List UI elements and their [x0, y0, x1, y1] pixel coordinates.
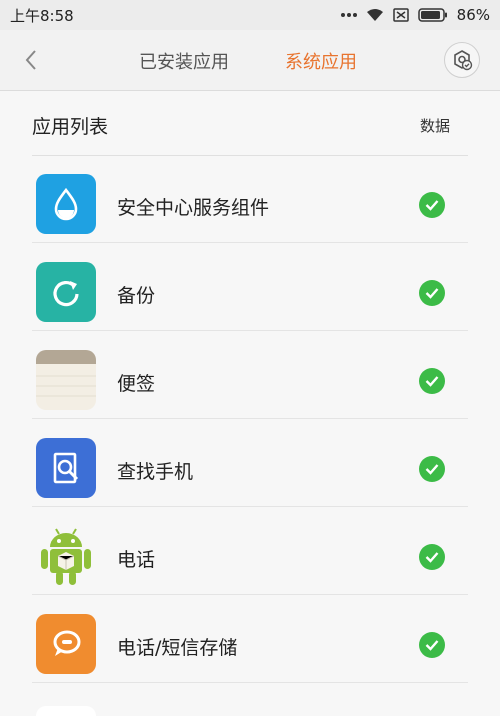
data-column-label: 数据 [419, 117, 450, 135]
app-name: 电话/短信存储 [117, 637, 238, 659]
battery-percent: 86% [456, 6, 490, 24]
list-item[interactable]: 电话/短信存储 [0, 595, 500, 683]
find-phone-icon [36, 438, 96, 498]
status-time: 上午8:58 [10, 6, 74, 25]
list-item[interactable]: 电话 [0, 507, 500, 595]
checkmark-icon[interactable] [419, 544, 445, 570]
wifi-icon [366, 8, 384, 22]
list-item[interactable]: 备份 [0, 243, 500, 331]
checkmark-icon[interactable] [419, 280, 445, 306]
battery-icon [417, 8, 448, 22]
app-list: 安全中心服务组件 备份 便签 查找手机 电话 电话/短信存储 [0, 155, 500, 683]
back-button[interactable] [18, 45, 44, 75]
app-name: 查找手机 [117, 461, 194, 483]
checkmark-icon[interactable] [419, 368, 445, 394]
tab-installed-apps[interactable]: 已安装应用 [139, 48, 229, 74]
list-item[interactable]: 查找手机 [0, 419, 500, 507]
list-header: 应用列表 数据 [32, 90, 468, 156]
checkmark-icon[interactable] [419, 192, 445, 218]
app-name: 安全中心服务组件 [117, 197, 270, 219]
checkmark-icon[interactable] [419, 456, 445, 482]
sim-none-icon [392, 8, 409, 22]
android-icon [36, 526, 96, 586]
app-header: 已安装应用 系统应用 [0, 30, 500, 91]
list-item[interactable]: 便签 [0, 331, 500, 419]
status-icons: 86% [340, 6, 490, 24]
security-center-icon [36, 174, 96, 234]
settings-button[interactable] [444, 42, 480, 78]
checkmark-icon[interactable] [419, 632, 445, 658]
list-item[interactable]: 安全中心服务组件 [0, 155, 500, 243]
notes-icon [36, 350, 96, 410]
app-name: 备份 [117, 285, 156, 307]
tab-system-apps[interactable]: 系统应用 [285, 48, 357, 74]
divider [32, 682, 468, 683]
chevron-left-icon [25, 50, 36, 70]
more-dots-icon [340, 12, 357, 18]
phone-sms-storage-icon [36, 614, 96, 674]
backup-icon [36, 262, 96, 322]
app-name: 便签 [117, 373, 156, 395]
gear-icon [454, 50, 473, 71]
partial-app-icon [36, 706, 96, 716]
status-bar: 上午8:58 86% [0, 0, 500, 30]
list-title: 应用列表 [32, 116, 109, 138]
app-name: 电话 [117, 549, 156, 571]
